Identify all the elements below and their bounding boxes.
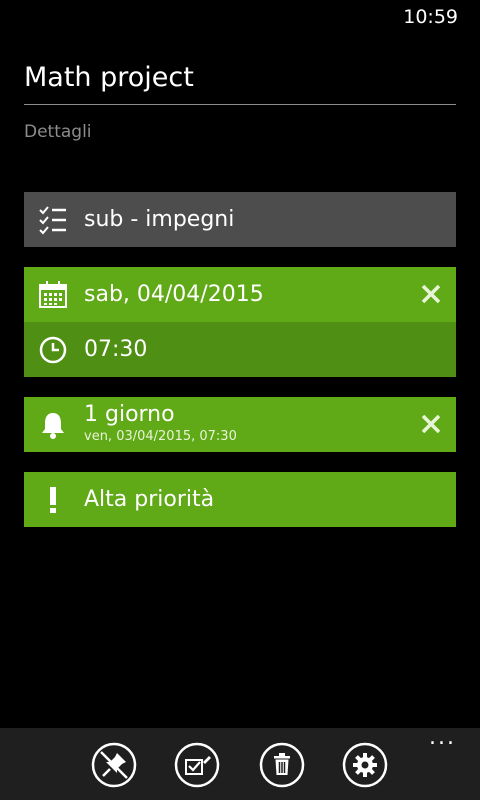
trash-icon <box>259 742 305 788</box>
checklist-icon <box>38 205 68 235</box>
due-time-label: 07:30 <box>84 337 148 362</box>
edit-check-icon <box>174 742 220 788</box>
subtasks-tile[interactable]: sub - impegni <box>24 192 456 247</box>
task-title: Math project <box>24 62 194 93</box>
subtasks-label: sub - impegni <box>84 207 235 232</box>
bell-icon <box>38 410 68 440</box>
gear-icon <box>342 742 388 788</box>
due-date-tile[interactable]: sab, 04/04/2015 <box>24 267 456 322</box>
delete-button[interactable] <box>259 742 305 788</box>
exclamation-icon <box>38 485 68 515</box>
more-options-button[interactable]: ... <box>429 727 456 749</box>
status-clock: 10:59 <box>403 6 458 28</box>
app-bar: ... <box>0 727 480 800</box>
unpin-button[interactable] <box>91 742 137 788</box>
reminder-datetime: ven, 03/04/2015, 07:30 <box>84 429 237 444</box>
priority-label: Alta priorità <box>84 487 215 512</box>
unpin-icon <box>91 742 137 788</box>
clear-reminder-icon[interactable] <box>420 413 442 435</box>
calendar-icon <box>38 280 68 310</box>
task-details-placeholder: Dettagli <box>24 122 92 142</box>
task-title-field[interactable]: Math project <box>24 58 456 105</box>
status-bar: 10:59 <box>0 0 480 32</box>
task-details-field[interactable]: Dettagli <box>24 118 456 148</box>
due-date-label: sab, 04/04/2015 <box>84 282 264 307</box>
clear-date-icon[interactable] <box>420 283 442 305</box>
due-time-tile[interactable]: 07:30 <box>24 322 456 377</box>
reminder-label: 1 giorno <box>84 402 175 427</box>
clock-icon <box>38 335 68 365</box>
priority-tile[interactable]: Alta priorità <box>24 472 456 527</box>
mark-complete-button[interactable] <box>174 742 220 788</box>
reminder-tile[interactable]: 1 giorno ven, 03/04/2015, 07:30 <box>24 397 456 452</box>
settings-button[interactable] <box>342 742 388 788</box>
